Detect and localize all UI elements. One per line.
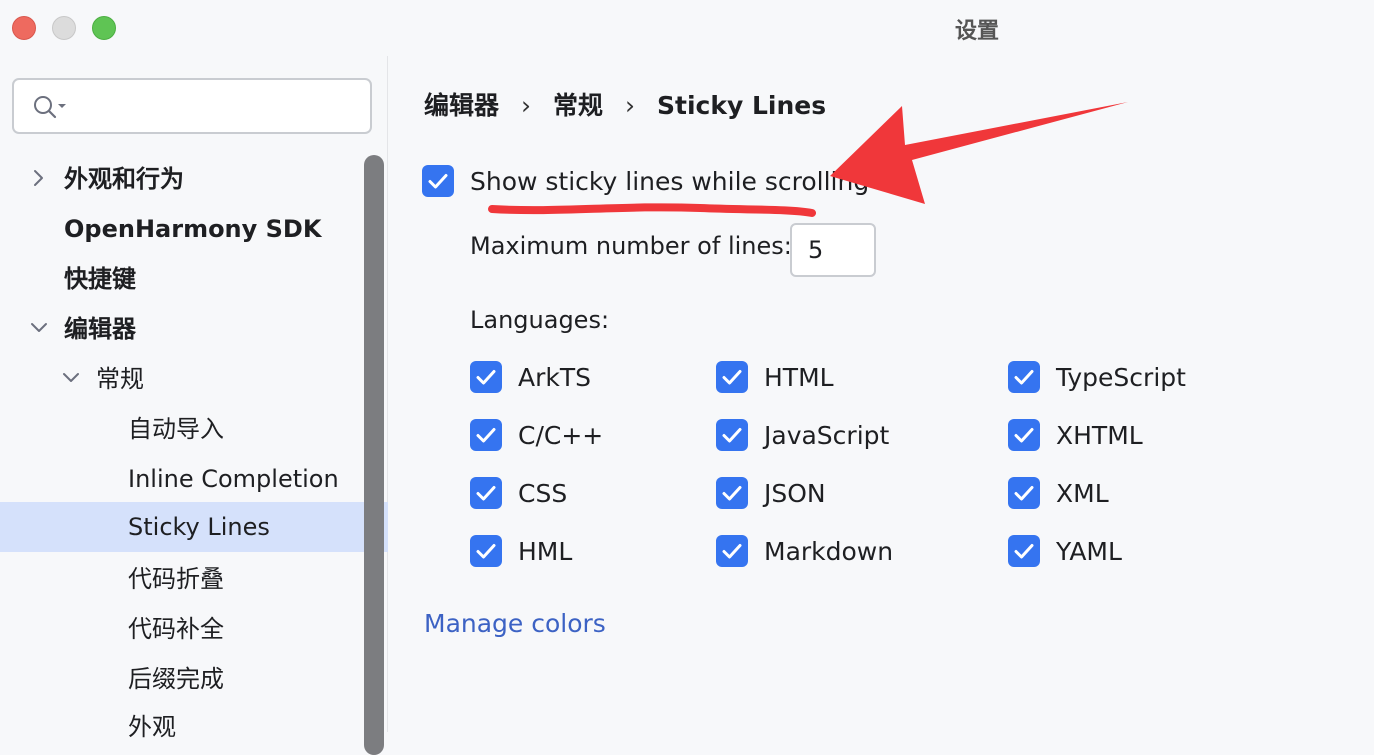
language-label[interactable]: C/C++ — [518, 421, 603, 450]
search-input[interactable] — [78, 88, 362, 126]
language-checkbox[interactable] — [716, 361, 748, 393]
sidebar-item-general[interactable]: 常规 — [0, 354, 388, 404]
language-checkbox[interactable] — [1008, 361, 1040, 393]
checkmark-icon — [722, 370, 742, 385]
checkmark-icon — [722, 428, 742, 443]
show-sticky-lines-checkbox[interactable] — [422, 165, 454, 197]
sidebar-item-keymap[interactable]: 快捷键 — [0, 254, 388, 304]
sidebar-item-label: 自动导入 — [128, 415, 224, 443]
checkmark-icon — [1014, 544, 1034, 559]
checkmark-icon — [722, 486, 742, 501]
sidebar-item-code-folding[interactable]: 代码折叠 — [0, 554, 388, 604]
settings-content: 编辑器 › 常规 › Sticky Lines Show sticky lines wh… — [389, 56, 1374, 732]
chevron-down-icon[interactable] — [26, 304, 52, 354]
language-label[interactable]: JavaScript — [764, 421, 889, 450]
breadcrumb-item-current: Sticky Lines — [657, 91, 827, 120]
language-label[interactable]: HTML — [764, 363, 834, 392]
language-label[interactable]: ArkTS — [518, 363, 591, 392]
sidebar-item-label: 代码折叠 — [128, 565, 224, 593]
chevron-down-icon[interactable] — [58, 354, 84, 404]
languages-label: Languages: — [470, 306, 610, 334]
language-checkbox[interactable] — [716, 477, 748, 509]
language-checkbox[interactable] — [1008, 535, 1040, 567]
sidebar-item-code-completion[interactable]: 代码补全 — [0, 604, 388, 654]
breadcrumb-item[interactable]: 编辑器 — [424, 91, 499, 120]
language-label[interactable]: HML — [518, 537, 572, 566]
breadcrumb-separator-icon: › — [521, 91, 532, 120]
language-label[interactable]: TypeScript — [1056, 363, 1186, 392]
checkmark-icon — [1014, 370, 1034, 385]
settings-sidebar: 外观和行为 OpenHarmony SDK 快捷键 编辑器 常规 自动导入 In… — [0, 56, 388, 741]
checkmark-icon — [476, 370, 496, 385]
sidebar-scrollbar[interactable] — [364, 155, 384, 755]
checkmark-icon — [1014, 428, 1034, 443]
language-label[interactable]: Markdown — [764, 537, 893, 566]
window-title: 设置 — [954, 19, 999, 44]
sidebar-item-sticky-lines[interactable]: Sticky Lines — [0, 502, 388, 552]
language-label[interactable]: XML — [1056, 479, 1109, 508]
checkmark-icon — [476, 428, 496, 443]
title-bar: 设置 — [0, 0, 1374, 56]
checkmark-icon — [476, 486, 496, 501]
sidebar-item-label: 外观 — [128, 713, 176, 741]
sidebar-item-label: 外观和行为 — [64, 165, 184, 193]
checkmark-icon — [1014, 486, 1034, 501]
sidebar-item-inline-completion[interactable]: Inline Completion — [0, 454, 388, 504]
language-label[interactable]: JSON — [764, 479, 826, 508]
max-lines-field[interactable]: 5 — [790, 223, 876, 277]
sidebar-item-label: 后缀完成 — [128, 665, 224, 693]
sidebar-item-auto-import[interactable]: 自动导入 — [0, 404, 388, 454]
show-sticky-lines-label[interactable]: Show sticky lines while scrolling — [470, 167, 869, 196]
sidebar-item-label: Inline Completion — [128, 465, 339, 493]
language-label[interactable]: XHTML — [1056, 421, 1143, 450]
language-label[interactable]: CSS — [518, 479, 567, 508]
sidebar-item-label: Sticky Lines — [128, 513, 270, 541]
language-checkbox[interactable] — [1008, 419, 1040, 451]
breadcrumb-separator-icon: › — [625, 91, 636, 120]
sidebar-item-label: 代码补全 — [128, 615, 224, 643]
sidebar-item-postfix-completion[interactable]: 后缀完成 — [0, 654, 388, 704]
search-box[interactable] — [12, 78, 372, 134]
breadcrumb-item[interactable]: 常规 — [553, 91, 603, 120]
chevron-right-icon[interactable] — [26, 154, 52, 204]
checkmark-icon — [428, 174, 448, 189]
sidebar-item-label: 快捷键 — [64, 265, 136, 293]
language-checkbox[interactable] — [716, 419, 748, 451]
breadcrumb: 编辑器 › 常规 › Sticky Lines — [424, 86, 826, 122]
language-checkbox[interactable] — [470, 535, 502, 567]
sidebar-item-editor[interactable]: 编辑器 — [0, 304, 388, 354]
language-label[interactable]: YAML — [1056, 537, 1122, 566]
sidebar-item-appearance[interactable]: 外观 — [0, 702, 388, 752]
manage-colors-link[interactable]: Manage colors — [424, 609, 606, 638]
search-icon — [34, 96, 66, 119]
sidebar-item-label: 常规 — [96, 365, 144, 393]
max-lines-label: Maximum number of lines: — [470, 232, 792, 260]
sidebar-item-label: OpenHarmony SDK — [64, 215, 322, 243]
checkmark-icon — [722, 544, 742, 559]
language-checkbox[interactable] — [716, 535, 748, 567]
language-checkbox[interactable] — [470, 419, 502, 451]
sidebar-item-appearance-behavior[interactable]: 外观和行为 — [0, 154, 388, 204]
checkmark-icon — [476, 544, 496, 559]
language-checkbox[interactable] — [1008, 477, 1040, 509]
sidebar-item-label: 编辑器 — [64, 315, 136, 343]
sidebar-item-openharmony-sdk[interactable]: OpenHarmony SDK — [0, 204, 388, 254]
language-checkbox[interactable] — [470, 361, 502, 393]
language-checkbox[interactable] — [470, 477, 502, 509]
